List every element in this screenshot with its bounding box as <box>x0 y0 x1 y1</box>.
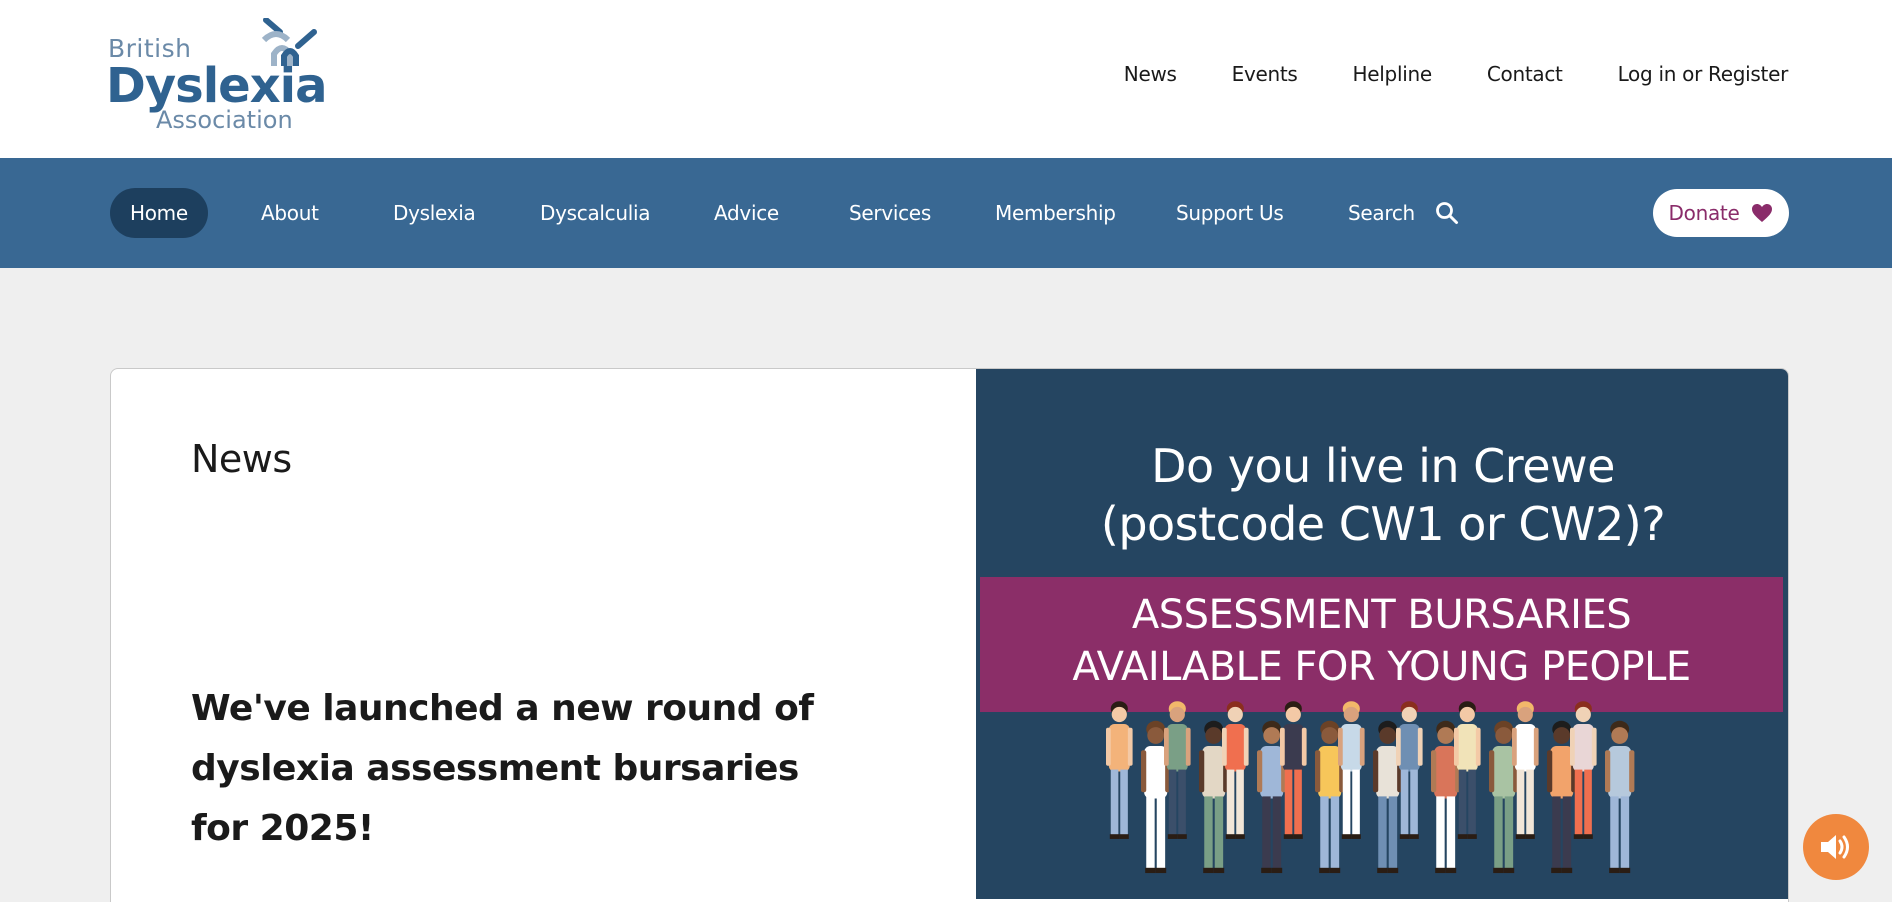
utility-nav: News Events Helpline Contact Log in or R… <box>1069 62 1789 86</box>
util-link-events[interactable]: Events <box>1232 62 1298 86</box>
banner-strip-line-2: AVAILABLE FOR YOUNG PEOPLE <box>1072 644 1691 690</box>
nav-item-support-us[interactable]: Support Us <box>1176 188 1284 238</box>
main-nav: Home About Dyslexia Dyscalculia Advice S… <box>0 158 1892 268</box>
nav-search-label: Search <box>1348 201 1415 225</box>
logo-line-association: Association <box>156 106 293 134</box>
heart-icon <box>1752 204 1773 222</box>
nav-search[interactable]: Search <box>1348 188 1459 238</box>
person-figure <box>1605 720 1635 874</box>
bda-logo[interactable]: British Dyslexia Association <box>106 18 328 136</box>
news-headline[interactable]: We've launched a new round of dyslexia a… <box>191 679 831 859</box>
person-figure <box>1106 701 1133 839</box>
banner-question-line-1: Do you live in Crewe <box>1151 439 1615 493</box>
util-link-login-register[interactable]: Log in or Register <box>1618 62 1789 86</box>
nav-item-dyslexia[interactable]: Dyslexia <box>393 188 476 238</box>
util-link-news[interactable]: News <box>1124 62 1177 86</box>
news-feature-card[interactable]: News We've launched a new round of dysle… <box>110 368 1789 902</box>
donate-label: Donate <box>1668 201 1740 225</box>
banner-strip-line-1: ASSESSMENT BURSARIES <box>1131 592 1632 638</box>
donate-button[interactable]: Donate <box>1653 189 1789 237</box>
audio-button[interactable] <box>1803 814 1869 880</box>
nav-item-membership[interactable]: Membership <box>995 188 1116 238</box>
nav-item-advice[interactable]: Advice <box>714 188 779 238</box>
section-label: News <box>191 437 292 481</box>
nav-item-dyscalculia[interactable]: Dyscalculia <box>540 188 651 238</box>
logo-mark-icon <box>261 18 317 66</box>
util-link-helpline[interactable]: Helpline <box>1353 62 1433 86</box>
search-icon <box>1436 202 1458 224</box>
people-illustration <box>1106 701 1635 874</box>
banner-strip: ASSESSMENT BURSARIES AVAILABLE FOR YOUNG… <box>980 577 1783 712</box>
speaker-icon <box>1821 835 1849 859</box>
bursary-banner-image: Do you live in Crewe (postcode CW1 or CW… <box>976 369 1788 899</box>
banner-question-line-2: (postcode CW1 or CW2)? <box>1100 497 1666 551</box>
banner-question: Do you live in Crewe (postcode CW1 or CW… <box>976 437 1788 553</box>
nav-item-home[interactable]: Home <box>110 188 208 238</box>
banner-strip-text: ASSESSMENT BURSARIES AVAILABLE FOR YOUNG… <box>980 589 1783 693</box>
nav-item-services[interactable]: Services <box>849 188 931 238</box>
news-feature-text: News We've launched a new round of dysle… <box>111 369 976 902</box>
site-header: British Dyslexia Association News Events… <box>0 0 1892 158</box>
util-link-contact[interactable]: Contact <box>1487 62 1563 86</box>
nav-item-about[interactable]: About <box>261 188 319 238</box>
